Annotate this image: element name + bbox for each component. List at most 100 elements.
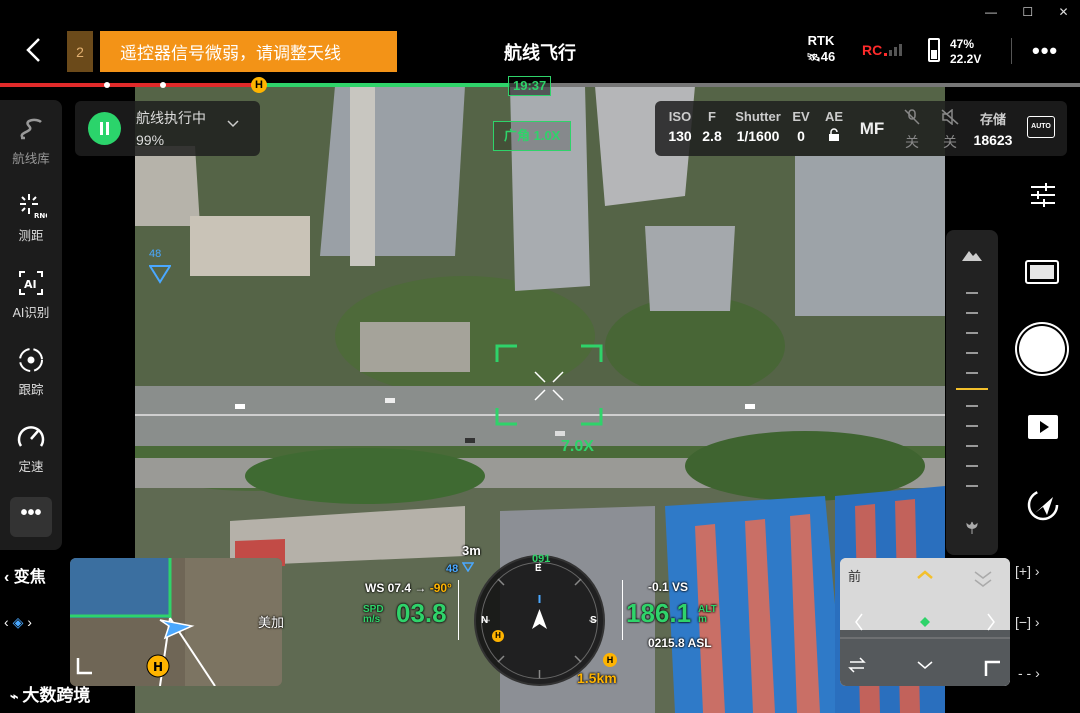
- fpv-front-label: 前: [848, 569, 862, 584]
- more-menu-button[interactable]: •••: [1032, 38, 1058, 64]
- sidebar-item-label: 航线库: [12, 152, 50, 166]
- left-sidebar: 航线库 RNG 测距 AI AI识别 跟踪 定速: [0, 100, 62, 550]
- mission-status-panel[interactable]: 航线执行中 99%: [75, 101, 260, 156]
- battery-icon[interactable]: [928, 38, 940, 62]
- back-button[interactable]: [18, 32, 48, 68]
- svg-text:AI: AI: [24, 278, 37, 291]
- mic-off-icon: [904, 109, 920, 125]
- sidebar-item-route-library[interactable]: 航线库: [0, 114, 62, 167]
- battery-voltage: 22.2V: [950, 52, 982, 66]
- home-icon: H: [603, 653, 617, 667]
- sidebar-more-button[interactable]: •••: [10, 497, 52, 537]
- sound-toggle[interactable]: 关: [937, 108, 963, 152]
- altitude-label: ALT m: [698, 604, 717, 625]
- settings-sliders-icon[interactable]: [1030, 183, 1056, 212]
- minimize-button[interactable]: —: [985, 5, 997, 19]
- compass-north: N: [481, 615, 489, 626]
- ev-param[interactable]: EV 0: [789, 109, 813, 144]
- ai-recognition-icon: AI: [19, 271, 43, 295]
- map-place-label: 美加: [258, 615, 285, 630]
- storage-info[interactable]: 存储 18623: [969, 109, 1017, 148]
- lens-zoom-indicator[interactable]: 广角 1.0X: [493, 121, 572, 151]
- zoom-reset-button[interactable]: - - ›: [1018, 665, 1040, 681]
- battery-status: 47% 22.2V: [950, 37, 981, 67]
- compass-south: S: [590, 615, 597, 626]
- mission-title: 航线执行中: [136, 110, 206, 126]
- sidebar-item-label: AI识别: [12, 306, 50, 320]
- horizontal-speed: 03.8: [396, 598, 447, 628]
- rc-signal-label[interactable]: RC: [862, 42, 882, 58]
- camera-auto-icon[interactable]: AUTO: [1027, 116, 1055, 138]
- svg-text:H: H: [153, 660, 163, 674]
- camera-params-panel[interactable]: ISO 130 F 2.8 Shutter 1/1600 EV 0 AE MF 关 关 …: [655, 101, 1067, 156]
- warning-count-badge[interactable]: 2: [67, 31, 93, 72]
- divider: [1011, 38, 1012, 64]
- altitude-marker-label: 48: [446, 563, 459, 575]
- altitude-marker-label: 48: [149, 248, 162, 260]
- mic-toggle[interactable]: 关: [899, 109, 925, 152]
- elapsed-time: 19:37: [508, 76, 552, 96]
- progress-dot: [160, 82, 166, 88]
- zoom-slider-handle[interactable]: [956, 388, 988, 390]
- flight-progress-battery-segment: [0, 83, 260, 87]
- map-layer-toggle[interactable]: ‹ ◈ ›: [4, 614, 32, 631]
- warning-banner[interactable]: 遥控器信号微弱，请调整天线: [100, 31, 397, 72]
- sidebar-item-ai[interactable]: AI AI识别: [0, 268, 62, 321]
- maximize-button[interactable]: ☐: [1022, 5, 1033, 19]
- mini-map-canvas: H: [70, 558, 282, 686]
- watermark: ⌁ 大数跨境: [10, 686, 91, 705]
- aperture-param[interactable]: F 2.8: [701, 109, 723, 144]
- vertical-speed: -0.1 VS: [648, 580, 689, 594]
- flight-progress-fill: [260, 83, 510, 87]
- altitude: 186.1: [626, 598, 692, 628]
- speaker-off-icon: [941, 108, 959, 126]
- sidebar-item-range[interactable]: RNG 测距: [0, 191, 62, 244]
- map-layer-icon: ◈: [12, 614, 24, 630]
- sidebar-item-cruise[interactable]: 定速: [0, 422, 62, 475]
- iso-param[interactable]: ISO 130: [665, 109, 695, 144]
- playback-icon[interactable]: [1028, 415, 1058, 444]
- altitude-tape: [618, 580, 623, 640]
- window-controls: — ☐ ✕: [985, 5, 1069, 19]
- watermark-logo-icon: ⌁: [10, 688, 23, 704]
- capture-button[interactable]: [1019, 326, 1065, 372]
- display-mode-icon[interactable]: [1025, 260, 1059, 284]
- focus-mode[interactable]: MF: [855, 119, 889, 139]
- chevron-left-icon: [26, 38, 40, 62]
- close-button[interactable]: ✕: [1058, 5, 1068, 19]
- fpv-view[interactable]: 前: [840, 558, 1010, 686]
- zoom-slider[interactable]: [946, 230, 998, 555]
- pause-icon: [100, 122, 109, 135]
- distance-scale: 3m: [462, 543, 481, 558]
- compass[interactable]: 091 E N S H: [474, 553, 605, 686]
- shutter-param[interactable]: Shutter 1/1600: [731, 109, 785, 144]
- rc-signal-bars-icon: [884, 44, 902, 56]
- ae-lock-param[interactable]: AE: [821, 109, 847, 145]
- zoom-out-button[interactable]: [−] ›: [1015, 614, 1040, 630]
- chevron-down-icon[interactable]: [227, 117, 239, 131]
- home-point-marker: H: [251, 77, 267, 93]
- zoom-section[interactable]: ‹ 变焦: [4, 563, 46, 587]
- mini-map[interactable]: H: [70, 558, 282, 686]
- gimbal-recenter-icon[interactable]: [1025, 487, 1061, 528]
- progress-dot: [104, 82, 110, 88]
- rtk-status[interactable]: RTK 🛰46: [804, 33, 838, 66]
- svg-text:RNG: RNG: [34, 212, 47, 220]
- sidebar-item-label: 测距: [18, 229, 44, 243]
- pause-mission-button[interactable]: [88, 112, 121, 145]
- home-distance: 1.5km: [577, 670, 617, 686]
- page-title: 航线飞行: [504, 43, 576, 63]
- sidebar-item-track[interactable]: 跟踪: [0, 345, 62, 398]
- zoom-section-label: 变焦: [13, 569, 46, 586]
- speed-tape: [458, 580, 463, 640]
- speed-label: SPD m/s: [363, 604, 384, 625]
- zoom-in-button[interactable]: [+] ›: [1015, 563, 1040, 579]
- zoom-target-frame[interactable]: [495, 344, 603, 426]
- rtk-label: RTK: [807, 33, 835, 48]
- compass-east: E: [535, 563, 542, 574]
- target-zoom-label: 7.0X: [561, 438, 594, 455]
- sidebar-item-label: 定速: [18, 460, 44, 474]
- wind-speed: WS 07.4 → -90°: [365, 581, 452, 595]
- rng-laser-icon: RNG: [20, 194, 47, 220]
- satellite-icon: 🛰: [806, 52, 821, 64]
